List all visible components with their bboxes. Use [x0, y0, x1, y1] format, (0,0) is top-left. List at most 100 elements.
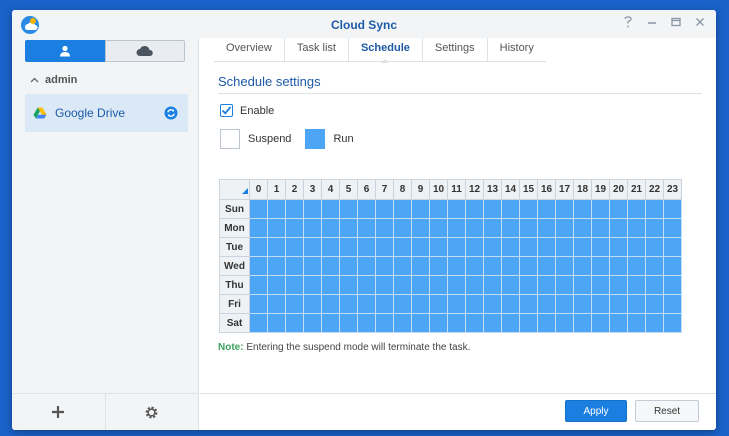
- schedule-cell-run[interactable]: [339, 218, 358, 238]
- day-header[interactable]: Tue: [219, 237, 250, 257]
- hour-header[interactable]: 6: [357, 179, 376, 200]
- schedule-cell-run[interactable]: [249, 199, 268, 219]
- schedule-cell-run[interactable]: [519, 199, 538, 219]
- schedule-cell-run[interactable]: [555, 294, 574, 314]
- schedule-cell-run[interactable]: [393, 237, 412, 257]
- schedule-cell-run[interactable]: [447, 313, 466, 333]
- schedule-cell-run[interactable]: [249, 256, 268, 276]
- schedule-cell-run[interactable]: [537, 199, 556, 219]
- schedule-cell-run[interactable]: [501, 237, 520, 257]
- schedule-cell-run[interactable]: [501, 294, 520, 314]
- schedule-cell-run[interactable]: [303, 294, 322, 314]
- hour-header[interactable]: 17: [555, 179, 574, 200]
- hour-header[interactable]: 4: [321, 179, 340, 200]
- schedule-cell-run[interactable]: [591, 275, 610, 295]
- schedule-cell-run[interactable]: [663, 256, 682, 276]
- tab-schedule[interactable]: Schedule: [349, 38, 423, 63]
- schedule-cell-run[interactable]: [537, 294, 556, 314]
- schedule-cell-run[interactable]: [465, 199, 484, 219]
- schedule-cell-run[interactable]: [483, 199, 502, 219]
- schedule-cell-run[interactable]: [483, 313, 502, 333]
- schedule-cell-run[interactable]: [537, 218, 556, 238]
- schedule-cell-run[interactable]: [321, 294, 340, 314]
- schedule-cell-run[interactable]: [573, 294, 592, 314]
- hour-header[interactable]: 12: [465, 179, 484, 200]
- hour-header[interactable]: 0: [249, 179, 268, 200]
- schedule-cell-run[interactable]: [357, 294, 376, 314]
- schedule-cell-run[interactable]: [429, 237, 448, 257]
- schedule-cell-run[interactable]: [303, 218, 322, 238]
- schedule-cell-run[interactable]: [393, 199, 412, 219]
- schedule-cell-run[interactable]: [573, 275, 592, 295]
- schedule-cell-run[interactable]: [321, 237, 340, 257]
- schedule-cell-run[interactable]: [249, 275, 268, 295]
- schedule-cell-run[interactable]: [483, 294, 502, 314]
- hour-header[interactable]: 2: [285, 179, 304, 200]
- schedule-cell-run[interactable]: [447, 218, 466, 238]
- schedule-cell-run[interactable]: [609, 237, 628, 257]
- schedule-cell-run[interactable]: [627, 218, 646, 238]
- schedule-cell-run[interactable]: [411, 237, 430, 257]
- schedule-cell-run[interactable]: [645, 313, 664, 333]
- schedule-cell-run[interactable]: [339, 199, 358, 219]
- schedule-cell-run[interactable]: [519, 294, 538, 314]
- schedule-cell-run[interactable]: [573, 199, 592, 219]
- tab-overview[interactable]: Overview: [214, 38, 285, 62]
- schedule-cell-run[interactable]: [429, 256, 448, 276]
- user-view-button[interactable]: [25, 40, 105, 62]
- schedule-cell-run[interactable]: [483, 275, 502, 295]
- schedule-cell-run[interactable]: [375, 313, 394, 333]
- schedule-cell-run[interactable]: [447, 199, 466, 219]
- schedule-cell-run[interactable]: [627, 294, 646, 314]
- schedule-cell-run[interactable]: [465, 275, 484, 295]
- schedule-cell-run[interactable]: [321, 256, 340, 276]
- schedule-cell-run[interactable]: [537, 313, 556, 333]
- minimize-icon[interactable]: [646, 16, 658, 30]
- hour-header[interactable]: 15: [519, 179, 538, 200]
- schedule-cell-run[interactable]: [429, 218, 448, 238]
- schedule-cell-run[interactable]: [519, 237, 538, 257]
- schedule-cell-run[interactable]: [501, 313, 520, 333]
- schedule-cell-run[interactable]: [285, 218, 304, 238]
- schedule-cell-run[interactable]: [267, 199, 286, 219]
- schedule-cell-run[interactable]: [429, 199, 448, 219]
- schedule-cell-run[interactable]: [411, 256, 430, 276]
- day-header[interactable]: Thu: [219, 275, 250, 295]
- tab-settings[interactable]: Settings: [423, 38, 488, 62]
- day-header[interactable]: Sat: [219, 313, 250, 333]
- schedule-cell-run[interactable]: [573, 313, 592, 333]
- schedule-cell-run[interactable]: [429, 275, 448, 295]
- schedule-cell-run[interactable]: [555, 256, 574, 276]
- schedule-cell-run[interactable]: [591, 237, 610, 257]
- schedule-cell-run[interactable]: [339, 275, 358, 295]
- schedule-cell-run[interactable]: [555, 199, 574, 219]
- schedule-cell-run[interactable]: [429, 294, 448, 314]
- schedule-cell-run[interactable]: [555, 218, 574, 238]
- schedule-cell-run[interactable]: [303, 256, 322, 276]
- schedule-cell-run[interactable]: [537, 256, 556, 276]
- schedule-cell-run[interactable]: [285, 275, 304, 295]
- schedule-cell-run[interactable]: [501, 199, 520, 219]
- suspend-swatch[interactable]: [220, 129, 240, 149]
- schedule-cell-run[interactable]: [519, 313, 538, 333]
- hour-header[interactable]: 14: [501, 179, 520, 200]
- schedule-cell-run[interactable]: [645, 199, 664, 219]
- hour-header[interactable]: 3: [303, 179, 322, 200]
- help-icon[interactable]: [622, 16, 634, 30]
- tab-task-list[interactable]: Task list: [285, 38, 349, 62]
- schedule-cell-run[interactable]: [303, 237, 322, 257]
- schedule-cell-run[interactable]: [537, 275, 556, 295]
- schedule-cell-run[interactable]: [519, 256, 538, 276]
- schedule-cell-run[interactable]: [357, 256, 376, 276]
- schedule-cell-run[interactable]: [285, 199, 304, 219]
- schedule-cell-run[interactable]: [375, 275, 394, 295]
- schedule-cell-run[interactable]: [303, 199, 322, 219]
- hour-header[interactable]: 19: [591, 179, 610, 200]
- schedule-cell-run[interactable]: [249, 294, 268, 314]
- hour-header[interactable]: 21: [627, 179, 646, 200]
- schedule-cell-run[interactable]: [411, 294, 430, 314]
- schedule-cell-run[interactable]: [357, 275, 376, 295]
- schedule-cell-run[interactable]: [393, 275, 412, 295]
- user-group-header[interactable]: admin: [30, 74, 77, 86]
- hour-header[interactable]: 1: [267, 179, 286, 200]
